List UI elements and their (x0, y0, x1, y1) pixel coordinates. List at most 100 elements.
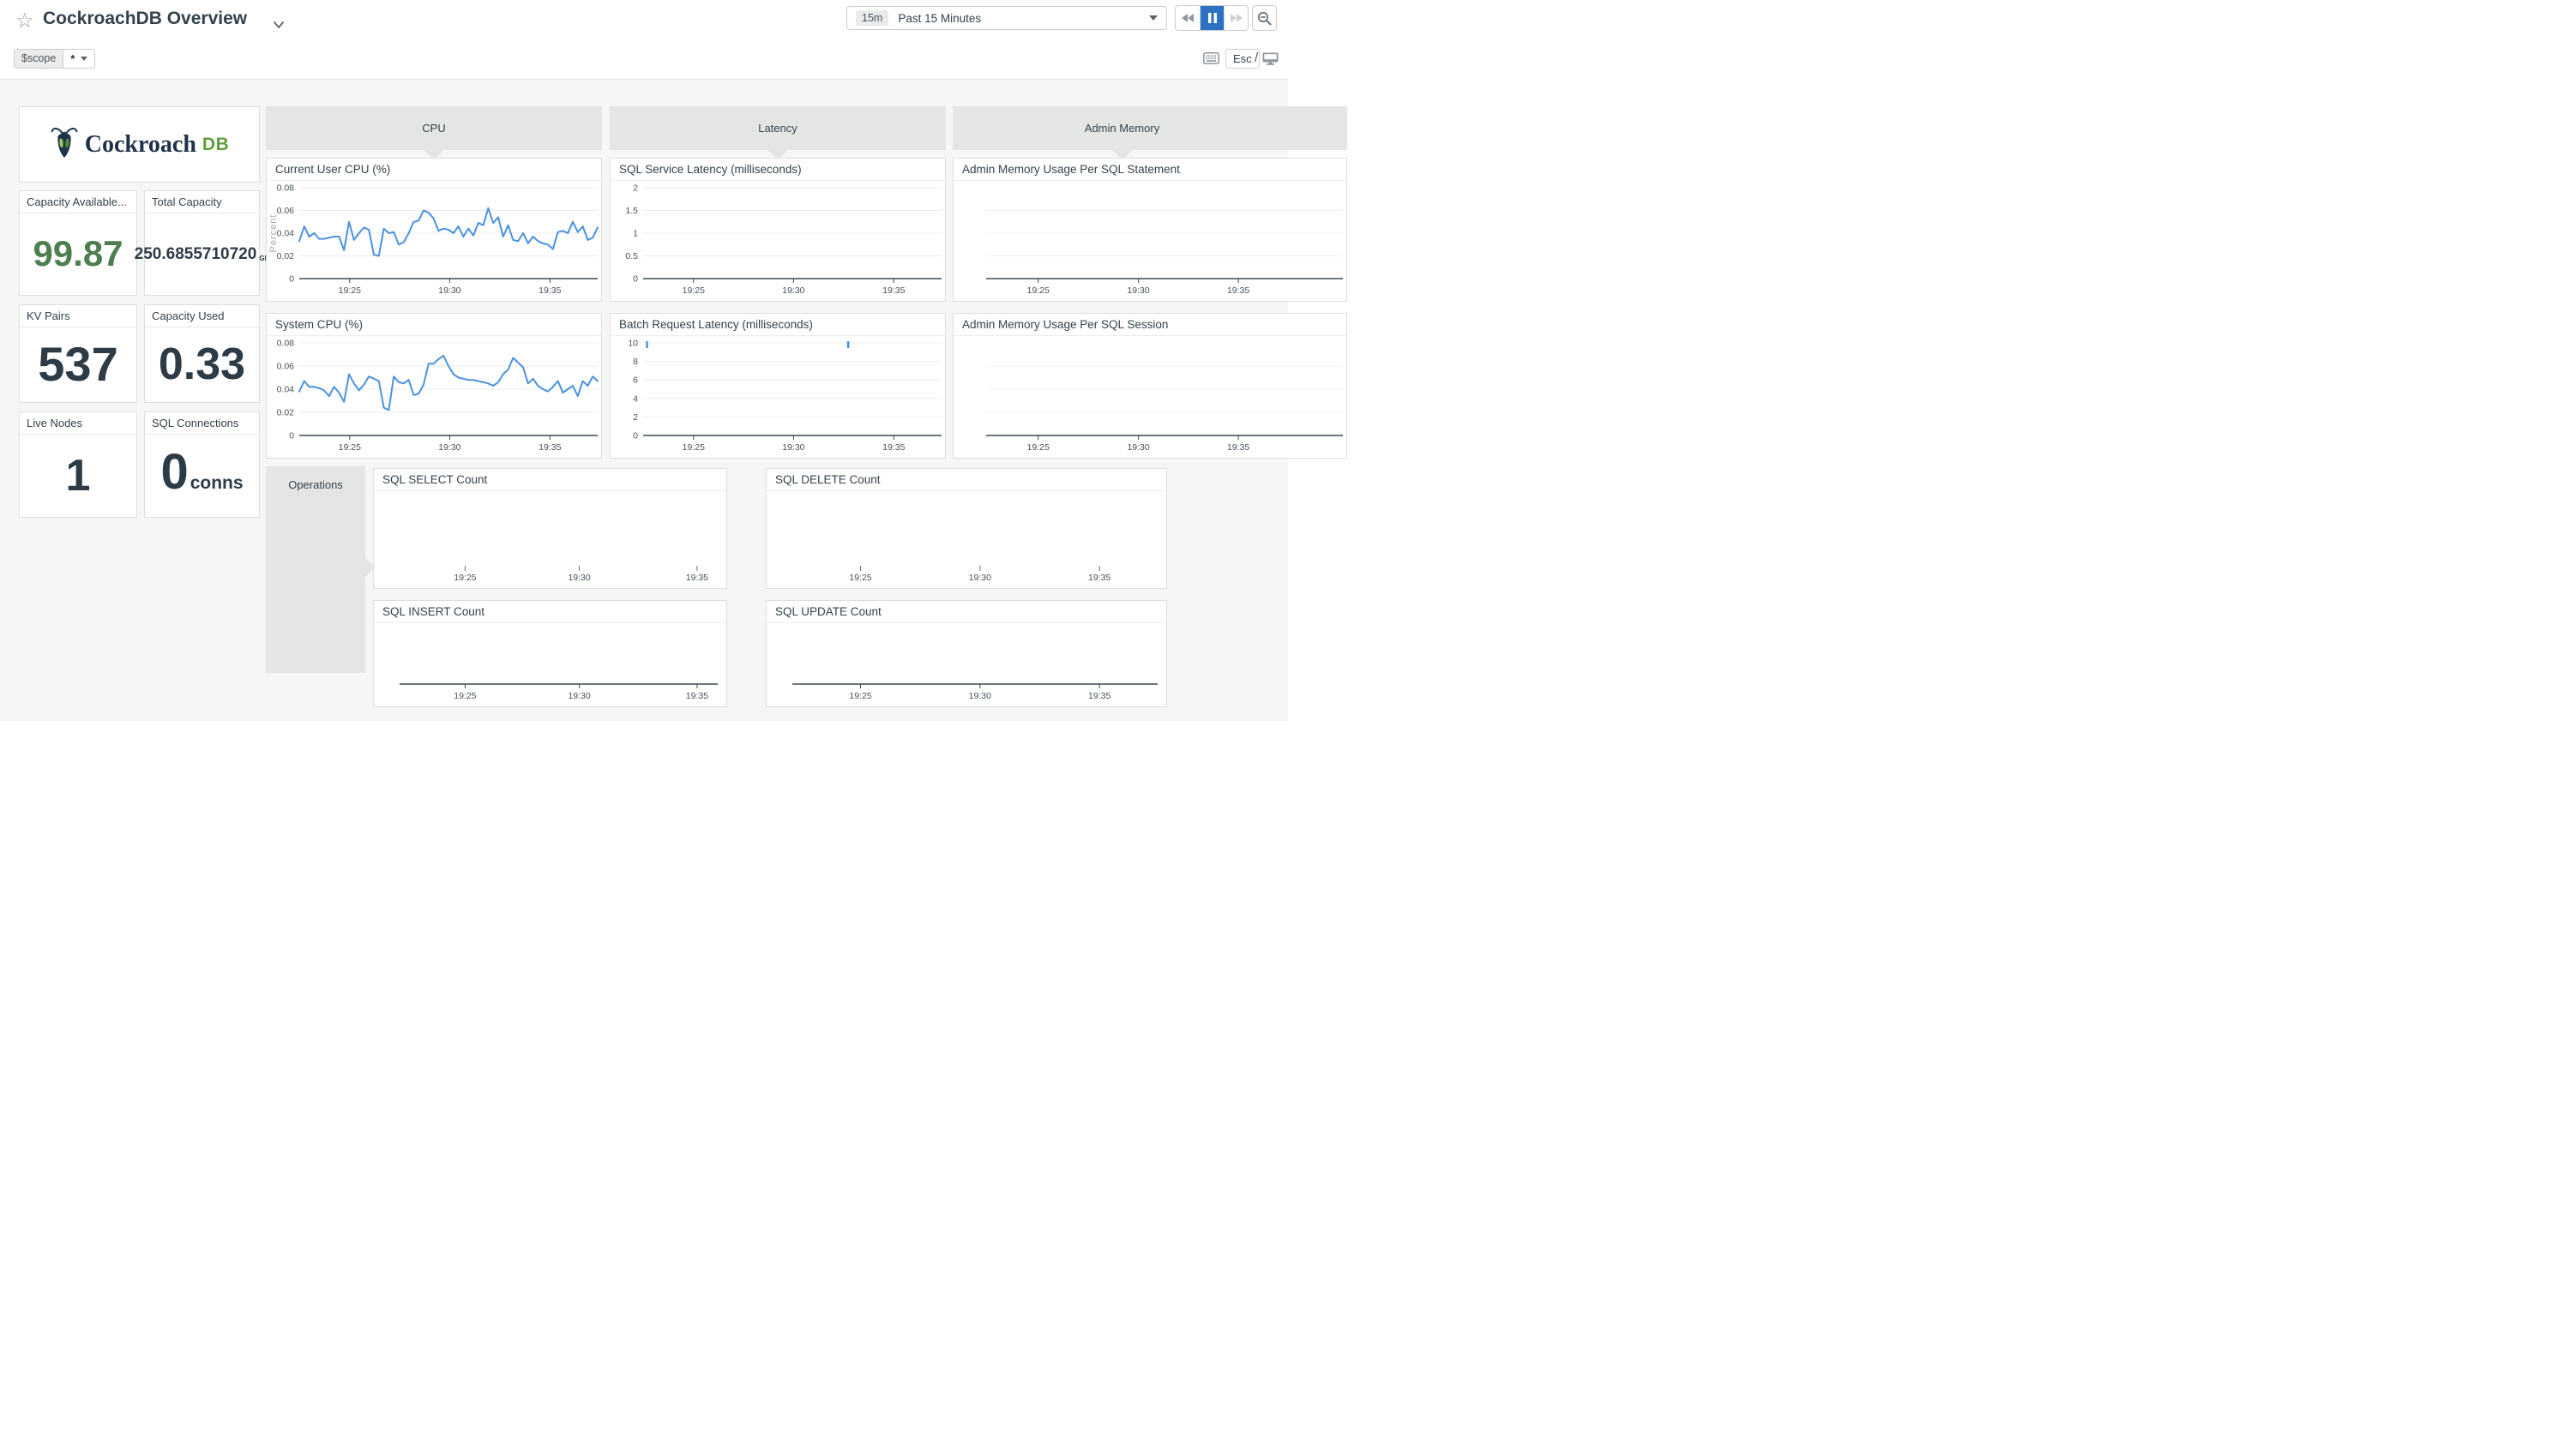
chart-sql-select-count: SQL SELECT Count 19:2519:3019:35 (373, 468, 727, 589)
playback-controls (1175, 5, 1249, 31)
stat-kv-pairs[interactable]: KV Pairs 537 (19, 304, 137, 403)
chart-title: Current User CPU (%) (267, 159, 601, 181)
svg-text:19:30: 19:30 (568, 573, 590, 583)
group-header-latency[interactable]: Latency (610, 106, 946, 150)
svg-text:0: 0 (633, 274, 638, 285)
zoom-out-button[interactable] (1252, 5, 1277, 31)
fullscreen-monitor-icon[interactable] (1262, 52, 1279, 69)
scope-value: * (70, 53, 75, 65)
chart-admin-memory-session: Admin Memory Usage Per SQL Session 19:25… (953, 313, 1347, 459)
chart-plot-sql-delete-count[interactable]: 19:25 19:30 19:35 (767, 491, 1166, 588)
chart-sql-delete-count: SQL DELETE Count 19:25 19:30 19:35 (766, 468, 1167, 589)
svg-text:19:35: 19:35 (539, 442, 561, 453)
svg-text:4: 4 (633, 393, 638, 404)
stat-sql-connections[interactable]: SQL Connections 0 conns (144, 411, 260, 518)
svg-text:19:30: 19:30 (438, 285, 460, 296)
svg-text:19:25: 19:25 (849, 691, 871, 701)
chart-sql-service-latency: SQL Service Latency (milliseconds) 0 0.5 1… (610, 158, 946, 302)
svg-text:19:35: 19:35 (686, 573, 708, 583)
stat-label: Capacity Used (145, 305, 259, 327)
group-header-cpu[interactable]: CPU (266, 106, 602, 150)
svg-text:0.5: 0.5 (625, 251, 638, 261)
chart-plot-sql-select-count[interactable]: 19:25 19:30 19:35 (374, 491, 726, 588)
stat-total-capacity[interactable]: Total Capacity 250.6855710720 GB (144, 190, 260, 296)
stat-label: Capacity Available... (20, 191, 136, 213)
chart-plot-sql-update-count[interactable]: 19:2519:3019:35 (767, 623, 1166, 706)
svg-text:6: 6 (633, 375, 638, 386)
svg-text:0.06: 0.06 (277, 206, 295, 216)
logo-wordmark: Cockroach (85, 131, 196, 159)
group-label: CPU (422, 122, 445, 135)
svg-text:19:30: 19:30 (969, 573, 991, 583)
svg-text:19:25: 19:25 (454, 573, 476, 583)
svg-text:19:30: 19:30 (1127, 285, 1149, 296)
svg-text:19:35: 19:35 (882, 285, 905, 296)
chart-title: System CPU (%) (267, 314, 601, 336)
svg-text:1: 1 (633, 229, 638, 239)
stat-value: 0 (160, 447, 188, 497)
stat-unit: conns (190, 473, 244, 497)
svg-text:19:25: 19:25 (1027, 285, 1050, 296)
chart-plot-admin-memory-statement[interactable]: 19:25 19:30 19:35 (954, 181, 1346, 301)
title-chevron-down-icon[interactable] (273, 18, 285, 27)
favorite-star-icon[interactable]: ☆ (15, 9, 34, 33)
svg-text:8: 8 (633, 357, 638, 367)
slash-separator: / (1255, 51, 1258, 65)
chart-plot-admin-memory-session[interactable]: 19:2519:3019:35 (954, 336, 1346, 458)
fast-forward-button[interactable] (1224, 6, 1248, 30)
svg-text:0.02: 0.02 (277, 251, 295, 261)
svg-text:19:25: 19:25 (683, 442, 705, 453)
stat-live-nodes[interactable]: Live Nodes 1 (19, 411, 137, 518)
svg-text:19:35: 19:35 (686, 691, 708, 701)
chart-current-user-cpu: Current User CPU (%) 00.020.040.060.0819… (266, 158, 602, 302)
stat-label: Live Nodes (20, 412, 136, 435)
cockroachdb-logo-card: Cockroach DB (19, 106, 260, 183)
svg-text:19:35: 19:35 (1088, 691, 1110, 701)
chart-plot-sql-insert-count[interactable]: 19:2519:3019:35 (374, 623, 726, 706)
group-header-operations[interactable]: Operations (266, 466, 365, 673)
pause-button[interactable] (1200, 6, 1224, 30)
svg-text:19:35: 19:35 (1088, 573, 1110, 583)
svg-text:19:35: 19:35 (1227, 285, 1249, 296)
svg-text:0.06: 0.06 (277, 362, 295, 372)
page-title: CockroachDB Overview (43, 9, 247, 29)
chart-title: Admin Memory Usage Per SQL Session (954, 314, 1346, 336)
svg-text:0.04: 0.04 (277, 229, 295, 239)
stat-value: 0.33 (159, 342, 245, 387)
stat-value: 250.6855710720 (135, 246, 257, 262)
rewind-button[interactable] (1176, 6, 1200, 30)
chart-plot-system-cpu[interactable]: 00.020.040.060.0819:2519:3019:35 (267, 336, 601, 458)
stat-capacity-used[interactable]: Capacity Used 0.33 (144, 304, 260, 403)
stat-value: 1 (66, 453, 91, 498)
scope-label: $scope (15, 50, 63, 68)
svg-text:2: 2 (633, 183, 638, 194)
stat-label: KV Pairs (20, 305, 136, 327)
keyboard-shortcuts-icon[interactable] (1203, 52, 1219, 69)
svg-text:19:25: 19:25 (1027, 442, 1050, 453)
chart-title: SQL DELETE Count (767, 469, 1166, 491)
chart-plot-sql-service-latency[interactable]: 00.511.5219:2519:3019:35 (611, 181, 945, 301)
chart-admin-memory-statement: Admin Memory Usage Per SQL Statement 19:… (953, 158, 1347, 302)
stat-value: 99.87 (33, 236, 123, 272)
stat-value: 537 (38, 340, 117, 388)
template-variable-scope[interactable]: $scope * (14, 49, 95, 69)
group-header-admin-memory[interactable]: Admin Memory (953, 106, 1347, 150)
chart-plot-current-user-cpu[interactable]: 00.020.040.060.0819:2519:3019:35Percent (267, 181, 601, 301)
svg-text:19:25: 19:25 (849, 573, 871, 583)
group-label: Operations (266, 466, 365, 491)
svg-text:19:25: 19:25 (454, 691, 476, 701)
svg-text:19:25: 19:25 (683, 285, 705, 296)
svg-text:19:35: 19:35 (1227, 442, 1249, 453)
time-range-label: Past 15 Minutes (898, 12, 1149, 25)
svg-text:0.02: 0.02 (277, 408, 295, 418)
stat-capacity-available[interactable]: Capacity Available... 99.87 (19, 190, 137, 296)
time-range-select[interactable]: 15m Past 15 Minutes (846, 6, 1167, 30)
svg-text:19:30: 19:30 (438, 442, 460, 453)
chart-batch-request-latency: Batch Request Latency (milliseconds) 024… (610, 313, 946, 459)
chart-plot-batch-request-latency[interactable]: 024681019:2519:3019:35 (611, 336, 945, 458)
chart-title: Admin Memory Usage Per SQL Statement (954, 159, 1346, 181)
chart-title: SQL Service Latency (milliseconds) (611, 159, 945, 181)
svg-text:0.04: 0.04 (277, 385, 295, 395)
svg-text:19:30: 19:30 (782, 442, 804, 453)
chart-sql-insert-count: SQL INSERT Count 19:2519:3019:35 (373, 600, 727, 707)
